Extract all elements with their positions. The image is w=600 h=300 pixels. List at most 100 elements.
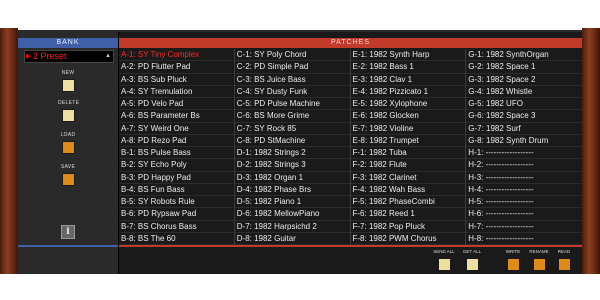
- patch-cell[interactable]: D-6: 1982 MellowPiano: [234, 208, 350, 221]
- patch-cell[interactable]: D-4: 1982 Phase Brs: [234, 184, 350, 196]
- patch-cell[interactable]: A-7: SY Weird One: [119, 123, 234, 135]
- load-button-square[interactable]: [61, 141, 75, 154]
- patch-cell[interactable]: A-1: SY Tiny Complex: [119, 49, 234, 62]
- patch-cell[interactable]: D-3: 1982 Organ 1: [234, 172, 350, 184]
- new-button-square[interactable]: [61, 79, 75, 92]
- delete-button-square[interactable]: [61, 109, 75, 122]
- patch-cell[interactable]: A-8: PD Rezo Pad: [119, 135, 234, 147]
- read-square[interactable]: [557, 258, 571, 271]
- up-down-arrows-icon[interactable]: ▲: [105, 51, 111, 62]
- get-all-button[interactable]: GET ALL: [460, 249, 484, 271]
- rename-square[interactable]: [532, 258, 546, 271]
- patch-cell[interactable]: C-7: SY Rock 85: [234, 123, 350, 135]
- patch-cell[interactable]: C-8: PD StMachine: [234, 135, 350, 147]
- patch-cell[interactable]: B-4: BS Fun Bass: [119, 184, 234, 196]
- patch-cell[interactable]: F-2: 1982 Flute: [350, 159, 466, 172]
- patch-cell[interactable]: F-8: 1982 PWM Chorus: [350, 233, 466, 245]
- patch-cell[interactable]: B-3: PD Happy Pad: [119, 172, 234, 184]
- patch-cell[interactable]: D-2: 1982 Strings 3: [234, 159, 350, 172]
- send-all-button[interactable]: SEND ALL: [432, 249, 456, 271]
- wood-side-panel-left: [0, 28, 18, 274]
- patch-cell[interactable]: D-7: 1982 Harpsichd 2: [234, 221, 350, 233]
- patch-cell[interactable]: F-7: 1982 Pop Pluck: [350, 221, 466, 233]
- patch-cell[interactable]: G-1: 1982 SynthOrgan: [466, 49, 582, 62]
- load-button-label: LOAD: [60, 132, 76, 138]
- patch-cell[interactable]: C-1: SY Poly Chord: [234, 49, 350, 62]
- patch-cell[interactable]: G-4: 1982 Whistle: [466, 86, 582, 98]
- patch-cell[interactable]: G-2: 1982 Space 1: [466, 61, 582, 74]
- patch-cell[interactable]: D-8: 1982 Guitar: [234, 233, 350, 245]
- preset-selector[interactable]: ▶ 2 Preset ▲: [24, 50, 114, 63]
- info-icon[interactable]: i: [61, 225, 75, 239]
- patch-column: G-1: 1982 SynthOrgan G-2: 1982 Space 1 G-3…: [466, 49, 582, 245]
- patch-cell[interactable]: G-3: 1982 Space 2: [466, 74, 582, 86]
- patch-cell[interactable]: C-6: BS More Grime: [234, 110, 350, 123]
- write-square[interactable]: [506, 258, 520, 271]
- patch-cell[interactable]: H-1: ------------------: [466, 147, 582, 160]
- rename-button[interactable]: RENAME: [527, 249, 551, 271]
- patch-cell[interactable]: C-3: BS Juice Bass: [234, 74, 350, 86]
- patch-cell[interactable]: H-4: ------------------: [466, 184, 582, 196]
- patch-cell[interactable]: C-4: SY Dusty Funk: [234, 86, 350, 98]
- play-arrow-icon: ▶: [26, 53, 32, 60]
- save-button[interactable]: SAVE: [58, 164, 78, 186]
- new-button[interactable]: NEW: [58, 70, 78, 92]
- patch-cell[interactable]: F-6: 1982 Reed 1: [350, 208, 466, 221]
- patch-cell[interactable]: E-7: 1982 Violine: [350, 123, 466, 135]
- patch-cell[interactable]: B-1: BS Pulse Bass: [119, 147, 234, 160]
- patch-cell[interactable]: G-7: 1982 Surf: [466, 123, 582, 135]
- patch-cell[interactable]: H-7: ------------------: [466, 221, 582, 233]
- patches-section: PATCHES A-1: SY Tiny Complex A-2: PD Flut…: [119, 32, 582, 274]
- read-button[interactable]: READ: [552, 249, 576, 271]
- patch-cell[interactable]: F-5: 1982 PhaseCombi: [350, 196, 466, 209]
- patch-cell[interactable]: E-2: 1982 Bass 1: [350, 61, 466, 74]
- save-button-square[interactable]: [61, 173, 75, 186]
- write-button[interactable]: WRITE: [501, 249, 525, 271]
- patch-cell[interactable]: C-5: PD Pulse Machine: [234, 98, 350, 111]
- patches-header: PATCHES: [119, 38, 582, 48]
- bank-bottom-divider: [18, 245, 118, 247]
- patch-cell[interactable]: H-5: ------------------: [466, 196, 582, 209]
- get-all-square[interactable]: [465, 258, 479, 271]
- patch-cell[interactable]: D-5: 1982 Piano 1: [234, 196, 350, 209]
- patch-cell[interactable]: E-3: 1982 Clav 1: [350, 74, 466, 86]
- patch-cell[interactable]: B-7: BS Chorus Bass: [119, 221, 234, 233]
- patch-cell[interactable]: A-3: BS Sub Pluck: [119, 74, 234, 86]
- patch-cell[interactable]: A-4: SY Tremulation: [119, 86, 234, 98]
- send-all-label: SEND ALL: [433, 249, 455, 254]
- patch-cell[interactable]: E-6: 1982 Glocken: [350, 110, 466, 123]
- patch-cell[interactable]: E-1: 1982 Synth Harp: [350, 49, 466, 62]
- patch-cell[interactable]: G-5: 1982 UFO: [466, 98, 582, 111]
- patch-cell[interactable]: H-2: ------------------: [466, 159, 582, 172]
- patch-cell[interactable]: G-8: 1982 Synth Drum: [466, 135, 582, 147]
- patch-grid: A-1: SY Tiny Complex A-2: PD Flutter Pad A…: [119, 49, 582, 245]
- patch-cell[interactable]: H-6: ------------------: [466, 208, 582, 221]
- patch-cell[interactable]: A-2: PD Flutter Pad: [119, 61, 234, 74]
- patch-cell[interactable]: H-8: ------------------: [466, 233, 582, 245]
- patch-cell[interactable]: C-2: PD Simple Pad: [234, 61, 350, 74]
- delete-button[interactable]: DELETE: [58, 100, 79, 122]
- read-label: READ: [557, 249, 571, 254]
- save-button-label: SAVE: [60, 164, 76, 170]
- patch-cell[interactable]: A-6: BS Parameter Bs: [119, 110, 234, 123]
- load-button[interactable]: LOAD: [58, 132, 78, 154]
- patch-cell[interactable]: B-6: PD Rypsaw Pad: [119, 208, 234, 221]
- rename-label: RENAME: [529, 249, 549, 254]
- preset-value: 2 Preset: [33, 51, 67, 61]
- patch-cell[interactable]: H-3: ------------------: [466, 172, 582, 184]
- patch-cell[interactable]: F-3: 1982 Clarinet: [350, 172, 466, 184]
- patch-cell[interactable]: E-8: 1982 Trumpet: [350, 135, 466, 147]
- bank-section: BANK ▶ 2 Preset ▲ NEW DELETE LOAD SAVE i: [18, 32, 119, 274]
- patch-cell[interactable]: E-5: 1982 Xylophone: [350, 98, 466, 111]
- bank-header: BANK: [18, 38, 118, 48]
- patch-cell[interactable]: F-4: 1982 Wah Bass: [350, 184, 466, 196]
- patch-cell[interactable]: B-5: SY Robots Rule: [119, 196, 234, 209]
- patch-cell[interactable]: B-2: SY Echo Poly: [119, 159, 234, 172]
- send-all-square[interactable]: [437, 258, 451, 271]
- patch-cell[interactable]: F-1: 1982 Tuba: [350, 147, 466, 160]
- patch-cell[interactable]: D-1: 1982 Strings 2: [234, 147, 350, 160]
- patch-cell[interactable]: E-4: 1982 Pizzicato 1: [350, 86, 466, 98]
- patch-cell[interactable]: B-8: BS The 60: [119, 233, 234, 245]
- patch-cell[interactable]: A-5: PD Velo Pad: [119, 98, 234, 111]
- patch-cell[interactable]: G-6: 1982 Space 3: [466, 110, 582, 123]
